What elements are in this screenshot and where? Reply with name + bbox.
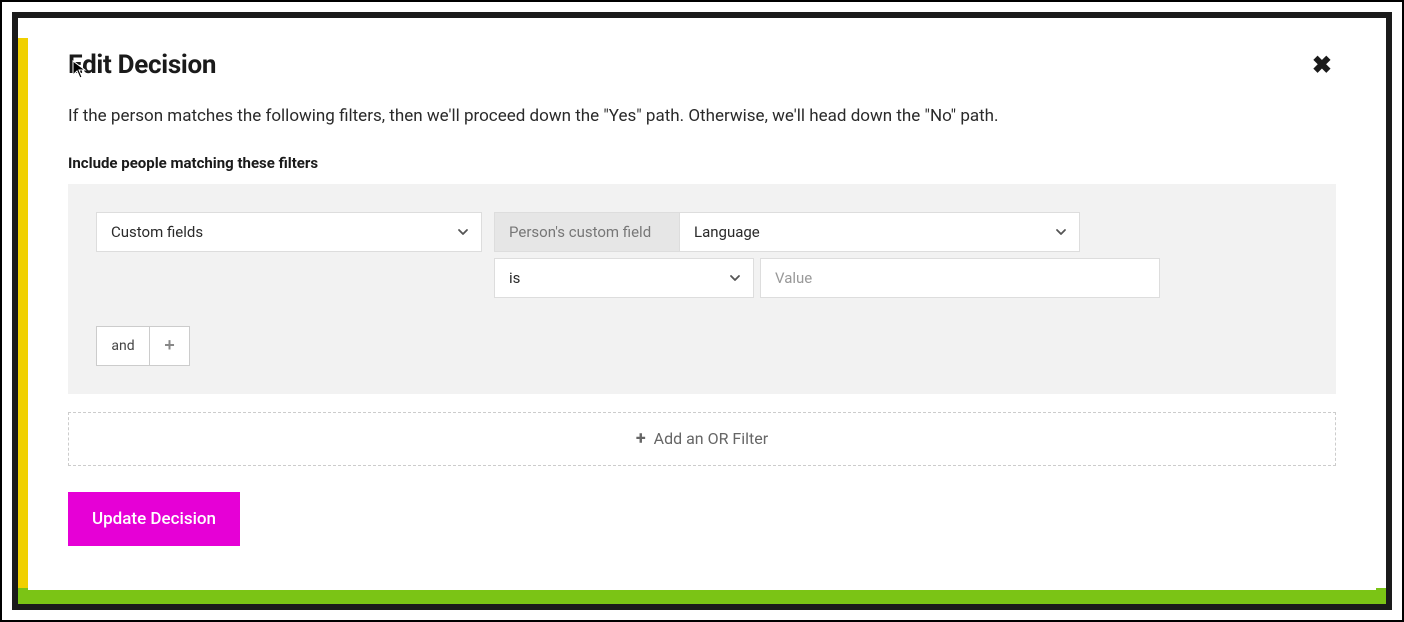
filter-heading: Include people matching these filters bbox=[68, 154, 1336, 172]
update-decision-button[interactable]: Update Decision bbox=[68, 492, 240, 546]
modal-description: If the person matches the following filt… bbox=[68, 104, 1336, 130]
operator-select[interactable]: is bbox=[494, 258, 754, 298]
field-select[interactable]: Language bbox=[680, 212, 1080, 252]
filter-container: Custom fields Person's custom field Lang… bbox=[68, 184, 1336, 394]
value-input[interactable] bbox=[760, 258, 1160, 298]
background-accent-green bbox=[18, 588, 1386, 604]
category-select[interactable]: Custom fields bbox=[96, 212, 482, 252]
plus-icon: + bbox=[636, 428, 646, 449]
chevron-down-icon bbox=[729, 272, 741, 284]
chevron-down-icon bbox=[1055, 226, 1067, 238]
plus-icon: + bbox=[164, 335, 175, 356]
add-or-filter-button[interactable]: + Add an OR Filter bbox=[68, 412, 1336, 466]
close-icon: ✖ bbox=[1312, 52, 1332, 79]
operator-select-value: is bbox=[509, 269, 520, 287]
and-conjunction-label: and bbox=[96, 326, 150, 366]
field-type-label: Person's custom field bbox=[494, 212, 680, 252]
field-type-text: Person's custom field bbox=[509, 223, 651, 241]
add-and-filter-button[interactable]: + bbox=[150, 326, 190, 366]
field-select-value: Language bbox=[694, 223, 760, 241]
chevron-down-icon bbox=[457, 226, 469, 238]
add-or-filter-label: Add an OR Filter bbox=[654, 429, 769, 448]
close-button[interactable]: ✖ bbox=[1308, 50, 1336, 82]
category-select-value: Custom fields bbox=[111, 223, 203, 241]
edit-decision-modal: Edit Decision ✖ If the person matches th… bbox=[28, 18, 1376, 590]
modal-title: Edit Decision bbox=[68, 50, 216, 80]
